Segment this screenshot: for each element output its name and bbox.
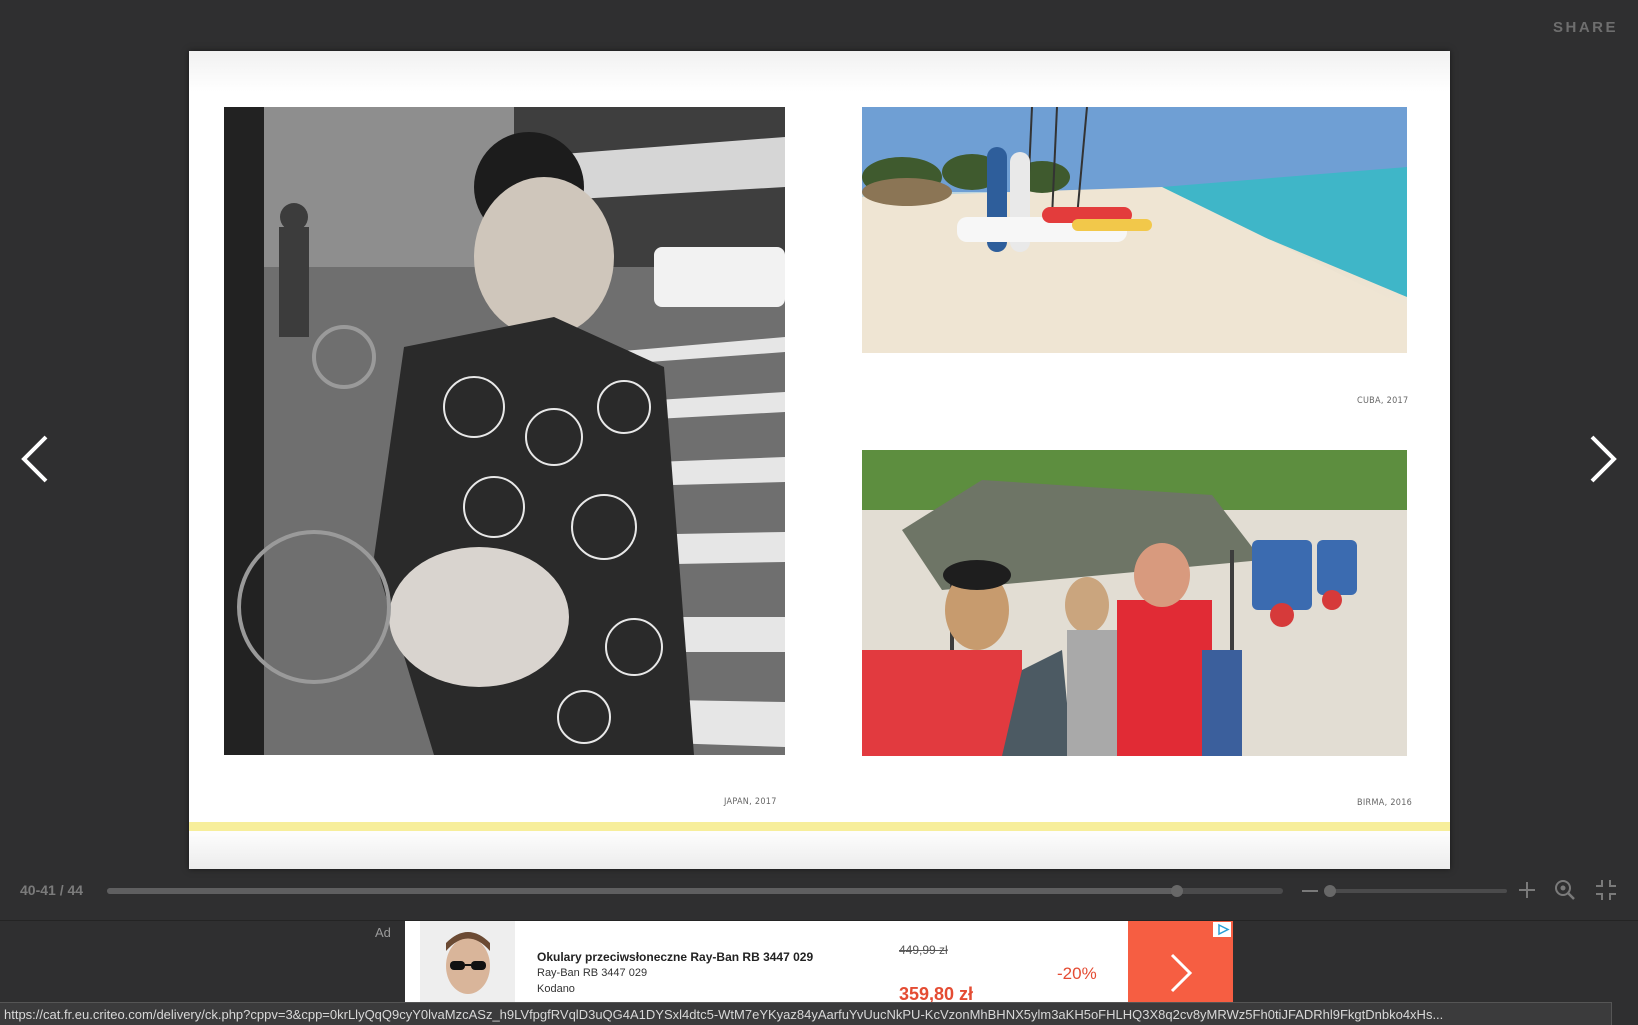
zoom-button[interactable] bbox=[1554, 879, 1576, 901]
chevron-right-icon bbox=[1590, 435, 1617, 483]
photo-burma bbox=[862, 450, 1407, 756]
page-progress-slider[interactable] bbox=[107, 885, 1283, 897]
plus-icon bbox=[1519, 882, 1535, 898]
photo-cuba-scene bbox=[862, 107, 1407, 353]
viewer-controls: 40-41 / 44 bbox=[0, 870, 1638, 912]
ad-title: Okulary przeciwsłoneczne Ray-Ban RB 3447… bbox=[537, 950, 814, 964]
browser-status-bar: https://cat.fr.eu.criteo.com/delivery/ck… bbox=[0, 1002, 1612, 1025]
ad-old-price: 449,99 zł bbox=[899, 943, 948, 957]
top-bar: SHARE bbox=[0, 0, 1638, 50]
zoom-thumb[interactable] bbox=[1324, 885, 1337, 897]
next-page-button[interactable] bbox=[1582, 432, 1622, 486]
page-accent-stripe bbox=[189, 822, 1450, 831]
caption-cuba: CUBA, 2017 bbox=[1357, 396, 1409, 406]
chevron-right-icon bbox=[1170, 953, 1193, 993]
ad-label: Ad bbox=[375, 925, 391, 940]
chevron-left-icon bbox=[21, 435, 48, 483]
page-indicator: 40-41 / 44 bbox=[20, 882, 84, 898]
progress-thumb[interactable] bbox=[1171, 885, 1184, 897]
caption-japan: JAPAN, 2017 bbox=[724, 797, 777, 807]
ad-model: Ray-Ban RB 3447 029 bbox=[537, 967, 648, 979]
flipbook-spread[interactable]: JAPAN, 2017 CUBA, 2017 BIRMA, 2016 bbox=[189, 51, 1450, 869]
progress-fill bbox=[107, 888, 1178, 894]
photo-cuba bbox=[862, 107, 1407, 353]
adchoices-icon bbox=[1218, 923, 1230, 936]
zoom-out-button[interactable] bbox=[1299, 881, 1321, 901]
exit-fullscreen-button[interactable] bbox=[1594, 879, 1618, 901]
photo-japan bbox=[224, 107, 785, 755]
ad-discount: -20% bbox=[1057, 964, 1097, 983]
zoom-slider[interactable] bbox=[1324, 885, 1507, 897]
status-url: https://cat.fr.eu.criteo.com/delivery/ck… bbox=[4, 1007, 1444, 1022]
ad-store: Kodano bbox=[537, 983, 575, 995]
zoom-icon bbox=[1555, 880, 1575, 900]
photo-japan-scene bbox=[224, 107, 785, 755]
share-button[interactable]: SHARE bbox=[1553, 19, 1618, 36]
caption-burma: BIRMA, 2016 bbox=[1357, 798, 1413, 808]
previous-page-button[interactable] bbox=[16, 432, 56, 486]
minus-icon bbox=[1302, 890, 1318, 892]
photo-burma-scene bbox=[862, 450, 1407, 756]
fullscreen-exit-icon bbox=[1596, 880, 1616, 900]
adchoices-button[interactable] bbox=[1213, 922, 1231, 937]
zoom-in-button[interactable] bbox=[1516, 879, 1538, 901]
